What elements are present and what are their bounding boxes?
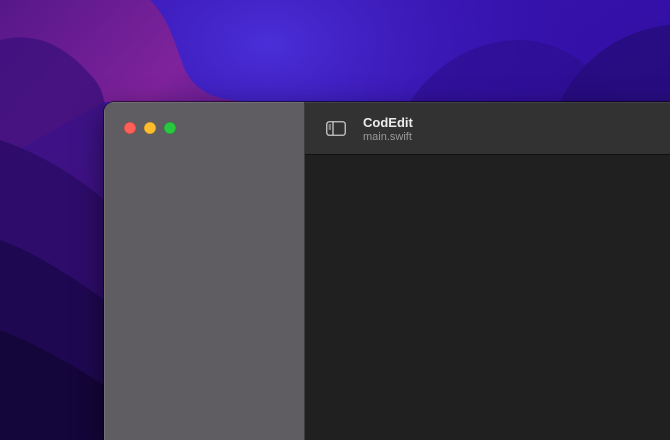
minimize-button[interactable] — [144, 122, 156, 134]
zoom-button[interactable] — [164, 122, 176, 134]
desktop: CodEdit main.swift — [0, 0, 670, 440]
toolbar: CodEdit main.swift — [305, 102, 670, 155]
sidebar — [104, 102, 305, 440]
sidebar-left-icon — [326, 120, 346, 136]
window-subtitle: main.swift — [363, 131, 412, 143]
app-window: CodEdit main.swift — [104, 102, 670, 440]
toggle-sidebar-button[interactable] — [324, 118, 348, 138]
editor-area[interactable] — [305, 155, 670, 440]
main-area: CodEdit main.swift — [305, 102, 670, 440]
window-title: CodEdit — [363, 115, 413, 130]
close-button[interactable] — [124, 122, 136, 134]
window-title-group: CodEdit main.swift — [363, 115, 413, 144]
window-controls — [124, 122, 176, 134]
